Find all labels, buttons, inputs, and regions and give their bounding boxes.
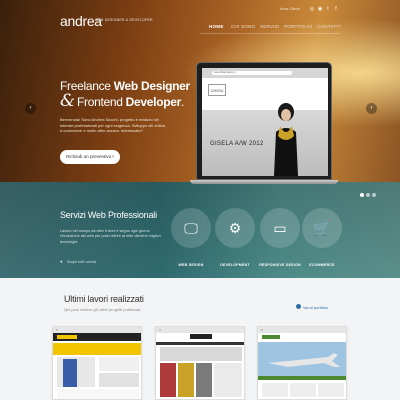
portfolio-card[interactable] [155,326,245,400]
nav-divider [200,33,340,34]
facebook-icon[interactable]: f [333,6,339,12]
laptop-screen: www.chiaprojects.it CHIOU GISELA A/W 201… [202,68,328,176]
portfolio-thumbnail [258,333,346,397]
client-area-link[interactable]: Area Clienti [280,7,300,11]
laptop-mockup: www.chiaprojects.it CHIOU GISELA A/W 201… [190,62,338,184]
latest-works-subtitle: Qui puoi vedere gli ultimi progetti pubb… [64,307,142,312]
shop-headline: GISELA A/W 2012 [210,141,264,147]
portfolio-card[interactable] [52,326,142,400]
browser-url: www.chiaprojects.it [212,71,292,75]
portfolio-thumbnail [53,333,141,399]
portfolio-thumbnail [156,333,244,397]
hero-title-line1: Freelance Web Designer [60,79,190,93]
quote-button[interactable]: Richiedi un preventivo [60,150,120,164]
slider-dot[interactable] [372,193,376,197]
monitor-icon[interactable]: 🖵 [171,208,211,248]
twitter-icon[interactable]: t [325,6,331,12]
arrow-circle-icon [296,304,301,309]
gears-icon[interactable]: ⚙ [215,208,255,248]
hero-title-line2: Frontend Developer. [77,95,185,109]
slider-dot[interactable] [366,193,370,197]
devices-icon[interactable]: ▭ [260,208,300,248]
nav-chi-sono[interactable]: CHI SONO [231,24,255,29]
camera-icon[interactable]: ◎ [309,6,315,12]
services-paragraph: Lavoro nel campo da oltre 5 anni e seguo… [60,229,161,244]
nav-portfolio[interactable]: PORTFOLIO [284,24,312,29]
ampersand: & [60,91,76,111]
services-title: Servizi Web Professionali [60,210,157,220]
portfolio-link[interactable]: Vai al portfolio [303,305,328,310]
shop-logo: CHIOU [208,84,226,96]
slider-dot[interactable] [360,193,364,197]
location-icon: ● [60,259,63,264]
chevron-right-icon: › [112,154,114,160]
slider-prev-button[interactable]: ‹ [25,103,36,114]
hero-paragraph: Benvenuto! Sono Andrea Sacchi, progetto … [60,117,167,134]
service-label-ecommerce[interactable]: ECOMMERCE [292,263,352,267]
dribbble-icon[interactable]: ◉ [317,6,323,12]
laptop-base [190,180,338,184]
nav-home[interactable]: HOME [209,24,224,29]
portfolio-card[interactable] [257,326,347,400]
slider-next-button[interactable]: › [366,103,377,114]
slider-dots [360,184,378,202]
logo-tagline: WEB DESIGNER & DEVELOPER [95,18,153,22]
nav-servizi[interactable]: SERVIZI [260,24,279,29]
cart-icon[interactable]: 🛒 [302,208,342,248]
browser-bar: www.chiaprojects.it [202,68,328,78]
latest-works-title: Ultimi lavori realizzati [64,294,144,304]
nav-contatti[interactable]: CONTATTI [317,24,341,29]
fashion-model-image [274,103,298,176]
services-link[interactable]: Scopri tutti i servizi [67,260,96,264]
